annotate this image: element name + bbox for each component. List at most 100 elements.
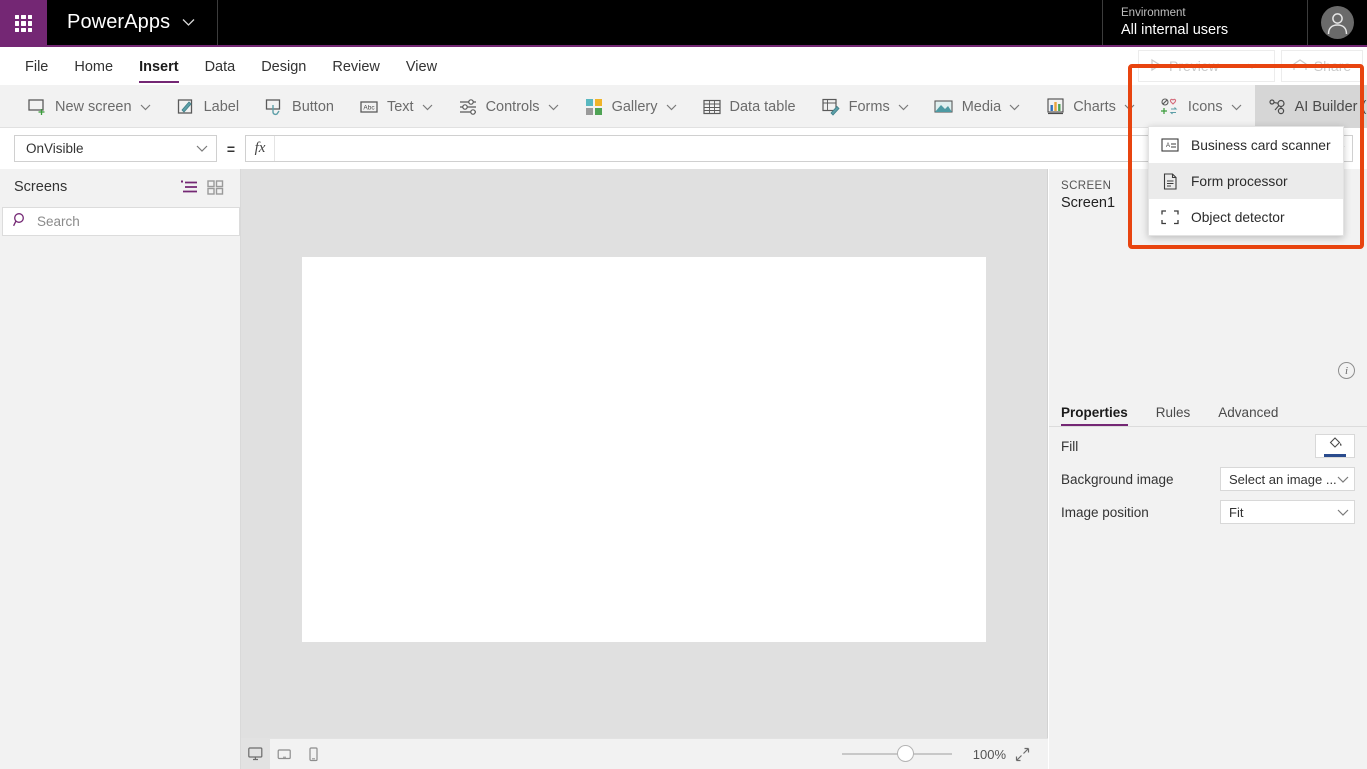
ribbon-ai-builder-label: AI Builder (preview)	[1294, 98, 1367, 115]
ribbon-new-screen[interactable]: New screen	[0, 85, 164, 128]
property-selector[interactable]: OnVisible	[14, 135, 217, 162]
screens-search-box[interactable]	[2, 207, 240, 236]
media-image-icon	[934, 97, 954, 116]
property-label-background-image: Background image	[1061, 471, 1174, 487]
phone-icon[interactable]	[299, 739, 328, 769]
chevron-down-icon[interactable]	[1009, 99, 1020, 115]
chevron-down-icon[interactable]	[182, 18, 195, 27]
menu-item-review[interactable]: Review	[319, 49, 393, 85]
search-input[interactable]	[37, 214, 229, 229]
menu-item-file[interactable]: File	[12, 49, 61, 85]
new-screen-plus-icon	[28, 97, 47, 116]
share-arrow-icon	[1293, 58, 1307, 74]
canvas-area[interactable]	[241, 169, 1048, 738]
ribbon-gallery-label: Gallery	[611, 98, 658, 115]
svg-text:Abc: Abc	[363, 104, 375, 111]
ribbon-new-screen-label: New screen	[55, 98, 132, 115]
tree-view-icon[interactable]	[176, 175, 202, 199]
ribbon-data-table-label: Data table	[729, 98, 796, 115]
environment-value: All internal users	[1121, 21, 1229, 38]
menu-item-data[interactable]: Data	[192, 49, 249, 85]
menu-item-object-detector[interactable]: Object detector	[1149, 199, 1343, 235]
chevron-down-icon[interactable]	[1124, 99, 1135, 115]
info-circle-icon[interactable]: i	[1338, 362, 1355, 379]
ribbon-text[interactable]: Abc Text	[347, 85, 446, 128]
data-table-grid-icon	[703, 97, 722, 116]
menu-item-label: Form processor	[1191, 173, 1288, 189]
ai-builder-nodes-icon	[1268, 97, 1287, 116]
menu-item-label: Business card scanner	[1191, 137, 1331, 153]
tab-properties[interactable]: Properties	[1061, 405, 1142, 426]
zoom-slider[interactable]	[842, 745, 952, 762]
insert-ribbon: New screen Label Button Abc Text Control…	[0, 85, 1367, 128]
menu-item-home[interactable]: Home	[61, 49, 126, 85]
app-launcher-waffle-icon[interactable]	[0, 0, 47, 47]
image-position-select[interactable]: Fit	[1220, 500, 1355, 524]
chevron-down-icon[interactable]	[898, 99, 909, 115]
ribbon-button[interactable]: Button	[252, 85, 347, 128]
search-icon	[13, 212, 28, 232]
property-label-image-position: Image position	[1061, 504, 1149, 520]
tablet-icon[interactable]	[270, 739, 299, 769]
object-frame-icon	[1161, 208, 1179, 226]
ribbon-media[interactable]: Media	[922, 85, 1034, 128]
avatar[interactable]	[1307, 0, 1367, 45]
ribbon-icons[interactable]: Icons	[1148, 85, 1255, 128]
monitor-icon[interactable]	[241, 738, 270, 769]
zoom-slider-thumb[interactable]	[897, 745, 914, 762]
chevron-down-icon[interactable]	[1337, 505, 1349, 520]
tab-rules[interactable]: Rules	[1156, 405, 1205, 426]
brand-powerapps[interactable]: PowerApps	[47, 0, 219, 45]
ribbon-controls[interactable]: Controls	[446, 85, 572, 128]
chevron-down-icon[interactable]	[666, 99, 677, 115]
tab-advanced[interactable]: Advanced	[1218, 405, 1292, 426]
button-cursor-icon	[265, 97, 284, 116]
property-label-fill: Fill	[1061, 438, 1079, 454]
chevron-down-icon[interactable]	[548, 99, 559, 115]
menu-item-insert[interactable]: Insert	[126, 49, 192, 85]
chevron-down-icon[interactable]	[140, 99, 151, 115]
canvas-status-bar: 100%	[241, 738, 1048, 769]
play-triangle-icon	[1150, 58, 1162, 74]
chevron-down-icon[interactable]	[422, 99, 433, 115]
chevron-down-icon[interactable]	[1231, 99, 1242, 115]
equals-sign: =	[226, 140, 236, 157]
environment-selector[interactable]: Environment All internal users	[1102, 0, 1307, 45]
thumbnail-view-icon[interactable]	[202, 175, 228, 199]
ribbon-label[interactable]: Label	[164, 85, 252, 128]
properties-rows: Fill Background image Select an image ..…	[1049, 431, 1367, 530]
fill-color-swatch	[1324, 454, 1346, 457]
powerapps-studio-window: PowerApps Environment All internal users…	[0, 0, 1367, 769]
ai-builder-dropdown-menu: A Business card scanner Form processor O…	[1148, 126, 1344, 236]
chevron-down-icon[interactable]	[196, 141, 208, 156]
ribbon-text-label: Text	[386, 98, 414, 115]
fx-function-icon[interactable]: fx	[246, 136, 275, 161]
ribbon-charts[interactable]: Charts	[1033, 85, 1148, 128]
ribbon-forms[interactable]: Forms	[809, 85, 922, 128]
expand-diagonal-icon[interactable]	[1006, 747, 1038, 762]
preview-button[interactable]: Preview	[1138, 50, 1275, 82]
menu-item-business-card-scanner[interactable]: A Business card scanner	[1149, 127, 1343, 163]
ribbon-data-table[interactable]: Data table	[690, 85, 809, 128]
menu-item-design[interactable]: Design	[248, 49, 319, 85]
chevron-down-icon[interactable]	[1337, 472, 1349, 487]
background-image-select[interactable]: Select an image ...	[1220, 467, 1355, 491]
business-card-icon: A	[1161, 136, 1179, 154]
share-button[interactable]: Share	[1280, 50, 1364, 82]
menu-item-view[interactable]: View	[393, 49, 450, 85]
preview-label: Preview	[1169, 58, 1219, 74]
ribbon-ai-builder[interactable]: AI Builder (preview)	[1254, 85, 1367, 128]
app-screen-canvas[interactable]	[302, 257, 986, 642]
chevron-down-icon[interactable]	[1241, 63, 1263, 70]
ribbon-gallery[interactable]: Gallery	[572, 85, 690, 128]
ribbon-forms-label: Forms	[848, 98, 890, 115]
property-row-fill: Fill	[1049, 431, 1367, 461]
menu-item-label: Object detector	[1191, 209, 1285, 225]
menu-item-form-processor[interactable]: Form processor	[1149, 163, 1343, 199]
ribbon-media-label: Media	[961, 98, 1002, 115]
label-pencil-icon	[177, 97, 196, 116]
ribbon-icons-label: Icons	[1187, 98, 1223, 115]
property-selector-value: OnVisible	[26, 141, 84, 156]
fill-color-button[interactable]	[1315, 434, 1355, 458]
user-avatar-icon	[1321, 6, 1354, 39]
